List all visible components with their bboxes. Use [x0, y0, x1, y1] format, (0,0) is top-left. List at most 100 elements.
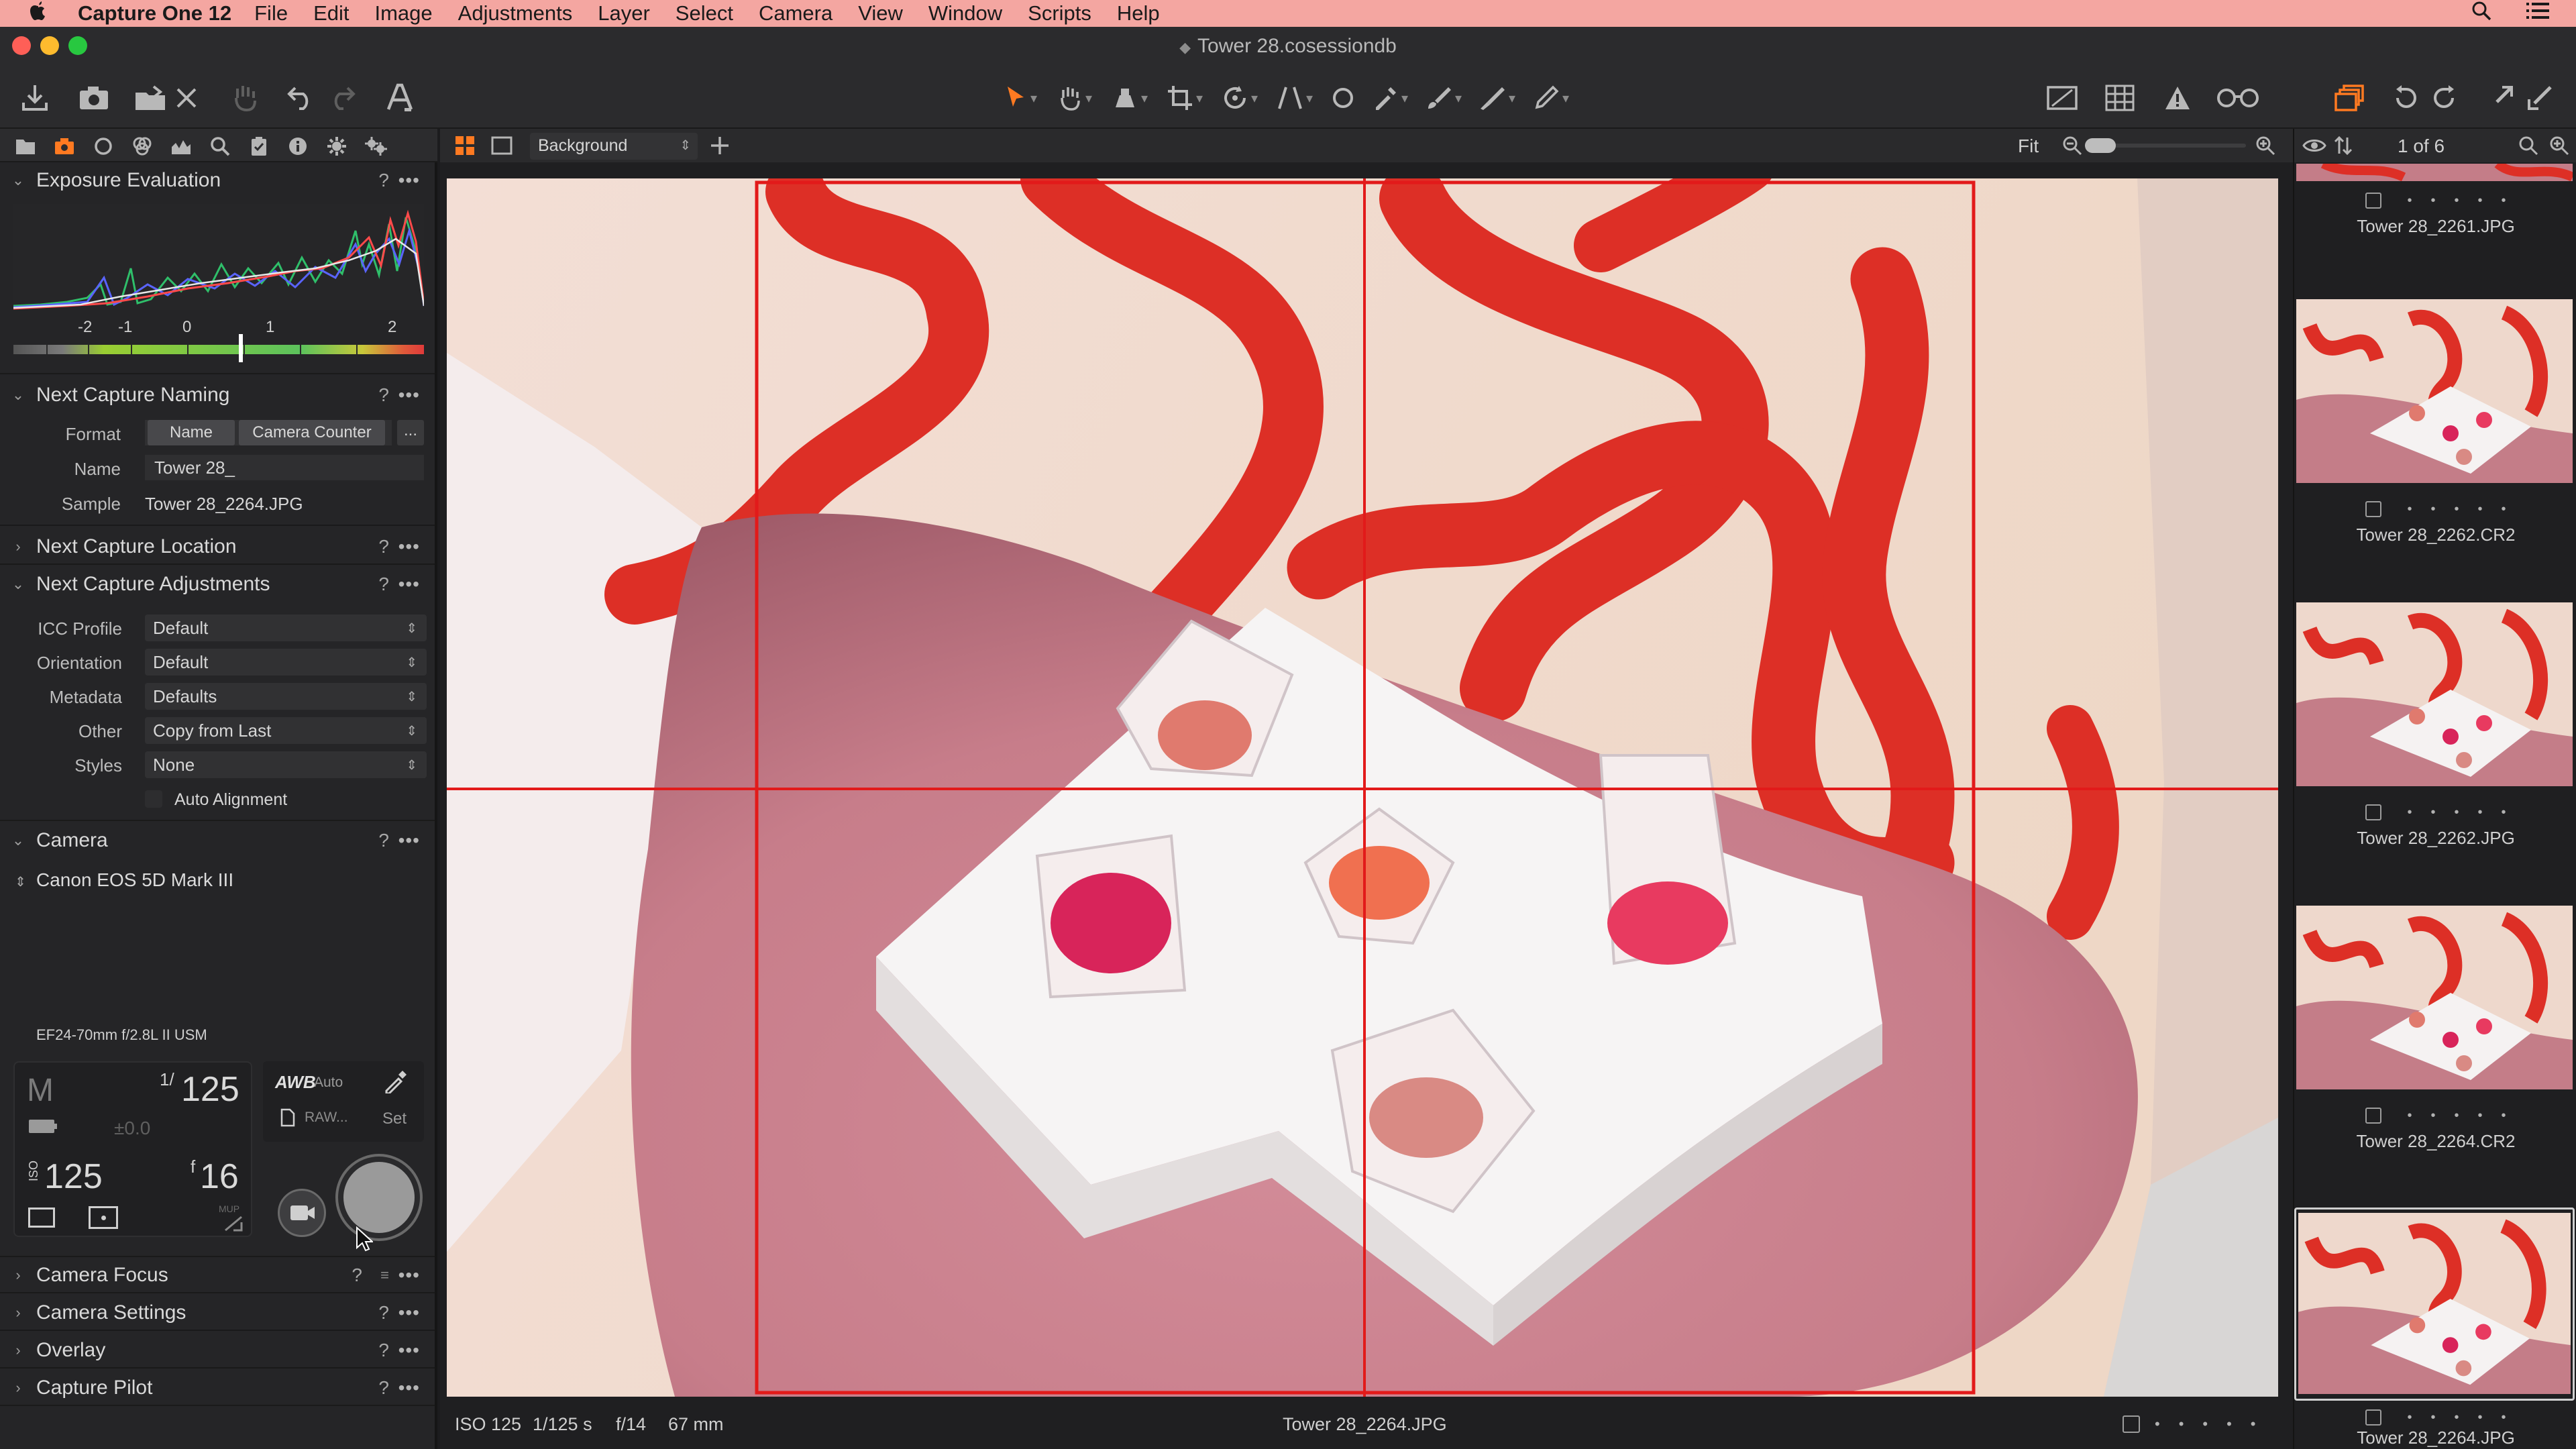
color-tab-icon[interactable]: [130, 134, 154, 158]
copy-adjustments-icon[interactable]: [2483, 79, 2518, 117]
exposure-tab-icon[interactable]: [169, 134, 193, 158]
menu-view[interactable]: View: [858, 1, 903, 25]
rating-dot[interactable]: •: [2454, 1108, 2459, 1124]
thumbnail-checkbox[interactable]: [2365, 501, 2382, 517]
metering-mode-icon[interactable]: [89, 1206, 118, 1229]
rating-dot[interactable]: •: [2430, 1410, 2435, 1426]
rating-dot[interactable]: •: [2407, 193, 2412, 209]
rating-dot[interactable]: •: [2454, 805, 2459, 820]
color-picker-tool-icon[interactable]: ▾: [1368, 79, 1411, 117]
thumbnail-image[interactable]: [2296, 164, 2573, 181]
help-icon[interactable]: ?: [378, 536, 389, 557]
thumbnail-image[interactable]: [2296, 906, 2573, 1089]
spot-removal-tool-icon[interactable]: [1324, 79, 1362, 117]
rotate-left-icon[interactable]: [2388, 79, 2423, 117]
add-layer-icon[interactable]: [710, 136, 730, 159]
apple-menu-icon[interactable]: [17, 1, 59, 26]
zoom-slider[interactable]: [2085, 138, 2246, 153]
help-icon[interactable]: ?: [378, 1377, 389, 1399]
menu-select[interactable]: Select: [676, 1, 733, 25]
menu-file[interactable]: File: [254, 1, 288, 25]
menu-window[interactable]: Window: [928, 1, 1002, 25]
exposure-compensation-value[interactable]: ±0.0: [114, 1118, 150, 1139]
white-balance-control[interactable]: AWB Auto RAW... Set: [263, 1061, 424, 1142]
expand-chevron-icon[interactable]: ›: [0, 1342, 36, 1359]
thumbnail-checkbox[interactable]: [2365, 193, 2382, 209]
adjustments-tab-icon[interactable]: [247, 134, 271, 158]
browser-zoom-icon[interactable]: [2549, 136, 2569, 159]
rating-dot[interactable]: •: [2430, 193, 2435, 209]
variants-stack-icon[interactable]: [2330, 79, 2368, 117]
rating-dot[interactable]: •: [2407, 805, 2412, 820]
menu-edit[interactable]: Edit: [313, 1, 349, 25]
lens-tab-icon[interactable]: [91, 134, 115, 158]
help-icon[interactable]: ?: [378, 1302, 389, 1324]
aperture-value[interactable]: 16: [200, 1157, 239, 1197]
menu-adjustments[interactable]: Adjustments: [458, 1, 573, 25]
section-menu-icon[interactable]: •••: [398, 1265, 420, 1286]
other-select[interactable]: Copy from Last ⇕: [145, 717, 427, 744]
rating-dot[interactable]: •: [2430, 1108, 2435, 1124]
section-menu-icon[interactable]: •••: [398, 1340, 420, 1361]
exposure-indicator-handle[interactable]: [239, 334, 243, 362]
live-view-button[interactable]: [278, 1189, 326, 1237]
expand-chevron-icon[interactable]: ›: [0, 538, 36, 555]
thumbnail-item[interactable]: • • • • • Tower 28_2264.CR2: [2294, 906, 2576, 1201]
zoom-fit-label[interactable]: Fit: [2018, 136, 2039, 157]
rating-dot[interactable]: •: [2478, 193, 2483, 209]
help-icon[interactable]: ?: [352, 1265, 362, 1286]
overlay-header[interactable]: › Overlay ? •••: [0, 1332, 435, 1368]
help-icon[interactable]: ?: [378, 574, 389, 595]
menu-image[interactable]: Image: [375, 1, 433, 25]
section-menu-icon[interactable]: •••: [398, 1377, 420, 1399]
output-tab-icon[interactable]: [325, 134, 349, 158]
camera-select-chevron-icon[interactable]: ⇕: [15, 873, 26, 890]
menu-help[interactable]: Help: [1117, 1, 1160, 25]
auto-alignment-checkbox[interactable]: [145, 790, 162, 808]
proof-glasses-icon[interactable]: [2214, 79, 2262, 117]
capture-pilot-header[interactable]: › Capture Pilot ? •••: [0, 1370, 435, 1406]
thumbnail-image[interactable]: [2298, 1212, 2571, 1395]
capture-shutter-button[interactable]: [335, 1154, 423, 1241]
next-capture-location-header[interactable]: › Next Capture Location ? •••: [0, 529, 435, 565]
collapse-chevron-icon[interactable]: ⌄: [0, 172, 36, 189]
section-menu-icon[interactable]: •••: [398, 1302, 420, 1324]
browser-search-icon[interactable]: [2518, 136, 2538, 159]
capture-tab-icon[interactable]: [52, 134, 76, 158]
shutter-speed-value[interactable]: 125: [181, 1069, 239, 1110]
menu-camera[interactable]: Camera: [759, 1, 833, 25]
naming-format-tokens[interactable]: Name Camera Counter: [145, 420, 392, 445]
menu-layer[interactable]: Layer: [598, 1, 650, 25]
next-capture-adjustments-header[interactable]: ⌄ Next Capture Adjustments ? •••: [0, 566, 435, 602]
exposure-mode[interactable]: M: [27, 1072, 54, 1109]
camera-header[interactable]: ⌄ Camera ? •••: [0, 822, 435, 859]
rating-dot[interactable]: •: [2478, 1108, 2483, 1124]
batch-tab-icon[interactable]: [364, 134, 388, 158]
rating-dot[interactable]: •: [2454, 193, 2459, 209]
iso-value[interactable]: 125: [44, 1157, 103, 1197]
single-view-icon[interactable]: [491, 136, 513, 159]
thumbnail-item[interactable]: • • • • • Tower 28_2262.JPG: [2294, 602, 2576, 898]
rating-dot[interactable]: •: [2407, 502, 2412, 517]
rating-dot[interactable]: •: [2478, 805, 2483, 820]
drive-mode-single-icon[interactable]: [28, 1208, 55, 1228]
apply-adjustments-icon[interactable]: [2522, 79, 2557, 117]
rating-dot[interactable]: •: [2407, 1108, 2412, 1124]
expand-chevron-icon[interactable]: ›: [0, 1267, 36, 1284]
thumbnail-image[interactable]: [2296, 602, 2573, 786]
crop-tool-icon[interactable]: ▾: [1163, 79, 1206, 117]
select-cursor-tool-icon[interactable]: ▾: [1000, 79, 1042, 117]
metadata-tab-icon[interactable]: [286, 134, 310, 158]
text-annotation-icon[interactable]: [381, 79, 419, 117]
multi-view-icon[interactable]: [455, 136, 475, 159]
import-icon[interactable]: [16, 79, 54, 117]
orientation-select[interactable]: Default ⇕: [145, 649, 427, 676]
metadata-select[interactable]: Defaults ⇕: [145, 683, 427, 710]
help-icon[interactable]: ?: [378, 384, 389, 406]
undo-icon[interactable]: [284, 79, 318, 117]
spotlight-search-icon[interactable]: [2471, 1, 2491, 26]
photo-canvas[interactable]: [447, 178, 2278, 1397]
format-token-camera-counter[interactable]: Camera Counter: [239, 420, 385, 445]
rating-dot[interactable]: •: [2502, 193, 2506, 209]
loupe-tool-icon[interactable]: ▾: [1108, 79, 1151, 117]
